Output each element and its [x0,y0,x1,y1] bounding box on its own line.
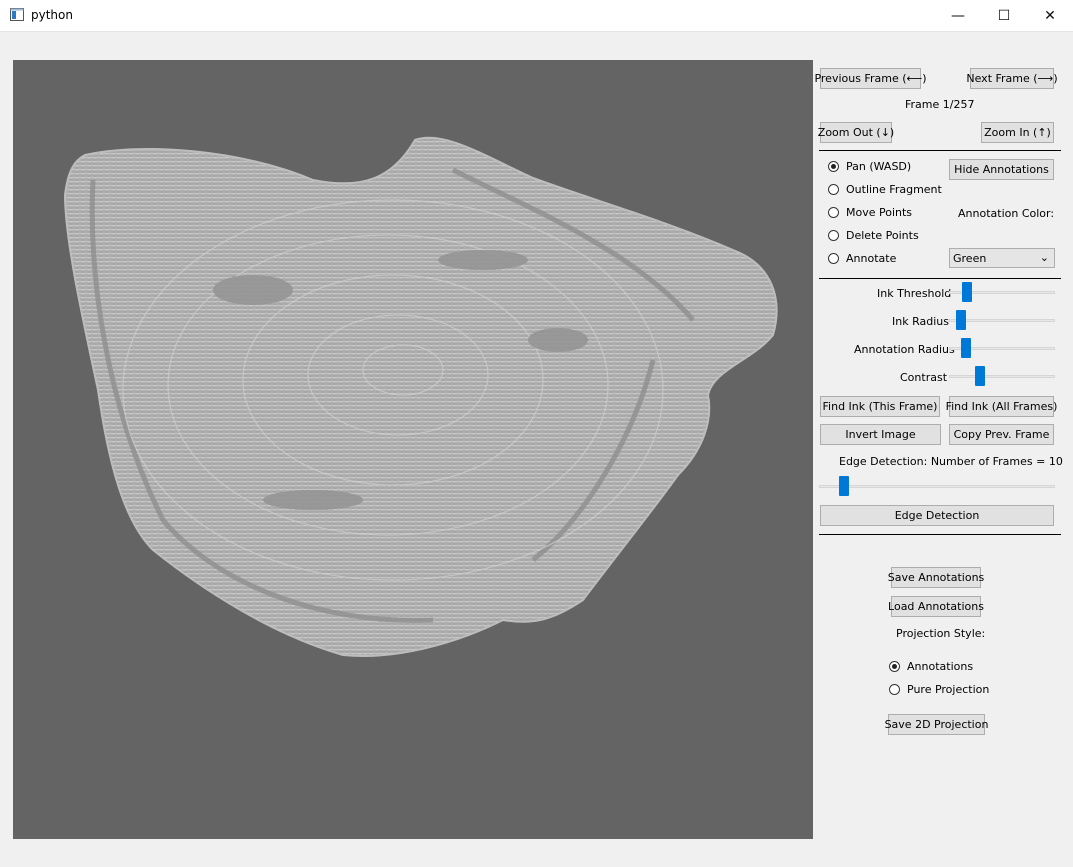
contrast-slider[interactable] [949,366,1055,386]
scroll-cross-section-image [63,136,778,657]
previous-frame-button[interactable]: Previous Frame (⟵) [814,68,927,89]
zoom-in-button[interactable]: Zoom In (↑) [981,122,1054,143]
mode-label-delete-points: Delete Points [846,229,919,242]
hide-annotations-button[interactable]: Hide Annotations [949,159,1054,180]
edge-detection-frames-label: Edge Detection: Number of Frames = 10 [839,455,1063,468]
close-button[interactable]: ✕ [1027,0,1073,31]
save-annotations-button[interactable]: Save Annotations [888,567,984,588]
ink-threshold-slider[interactable] [949,282,1055,302]
find-ink-all-frames-button[interactable]: Find Ink (All Frames) [946,396,1057,417]
annotation-radius-slider[interactable] [949,338,1055,358]
app-icon [10,8,24,21]
separator [819,534,1061,535]
radio-button[interactable] [828,253,839,264]
annotation-radius-label: Annotation Radius [854,343,955,356]
ink-radius-slider[interactable] [949,310,1055,330]
slider-track [949,375,1055,378]
radio-button[interactable] [889,661,900,672]
save-2d-projection-button[interactable]: Save 2D Projection [885,714,988,735]
projection-style-label: Projection Style: [896,627,986,640]
ink-threshold-label: Ink Threshold [877,287,952,300]
mode-label-pan: Pan (WASD) [846,160,912,173]
slider-track [819,485,1055,488]
slider-handle[interactable] [961,338,971,358]
frame-counter: Frame 1/257 [905,98,975,111]
mode-label-annotate: Annotate [846,252,897,265]
edge-detection-frames-slider[interactable] [819,476,1055,496]
chevron-down-icon: ⌄ [1039,251,1049,264]
radio-button[interactable] [828,184,839,195]
title-bar: python — ☐ ✕ [0,0,1073,32]
minimize-button[interactable]: — [935,0,981,31]
scroll-fragment-shape [63,136,778,657]
slider-handle[interactable] [975,366,985,386]
mode-radio-pan[interactable]: Pan (WASD) [828,160,911,173]
slider-handle[interactable] [956,310,966,330]
projection-label-pure-projection: Pure Projection [907,683,990,696]
copy-prev-frame-button[interactable]: Copy Prev. Frame [949,424,1054,445]
slider-handle[interactable] [839,476,849,496]
annotation-color-value: Green [953,252,987,265]
mode-radio-annotate[interactable]: Annotate [828,252,896,265]
mode-label-outline-fragment: Outline Fragment [846,183,942,196]
separator [819,278,1061,279]
projection-label-annotations: Annotations [907,660,974,673]
ink-radius-label: Ink Radius [892,315,949,328]
annotation-color-label: Annotation Color: [958,207,1055,220]
projection-radio-annotations[interactable]: Annotations [889,660,973,673]
radio-button[interactable] [889,684,900,695]
contrast-label: Contrast [900,371,948,384]
projection-radio-pure-projection[interactable]: Pure Projection [889,683,989,696]
radio-button[interactable] [828,230,839,241]
radio-button[interactable] [828,161,839,172]
zoom-out-button[interactable]: Zoom Out (↓) [818,122,894,143]
scan-image-canvas[interactable] [13,60,813,839]
separator [819,150,1061,151]
maximize-button[interactable]: ☐ [981,0,1027,31]
slider-handle[interactable] [962,282,972,302]
invert-image-button[interactable]: Invert Image [820,424,941,445]
next-frame-button[interactable]: Next Frame (⟶) [966,68,1058,89]
mode-radio-outline-fragment[interactable]: Outline Fragment [828,183,942,196]
mode-radio-delete-points[interactable]: Delete Points [828,229,919,242]
load-annotations-button[interactable]: Load Annotations [888,596,984,617]
mode-radio-move-points[interactable]: Move Points [828,206,912,219]
find-ink-this-frame-button[interactable]: Find Ink (This Frame) [820,396,940,417]
radio-button[interactable] [828,207,839,218]
mode-label-move-points: Move Points [846,206,913,219]
window-title: python [31,8,73,22]
annotation-color-select[interactable]: Green ⌄ [949,248,1055,268]
edge-detection-button[interactable]: Edge Detection [820,505,1054,526]
